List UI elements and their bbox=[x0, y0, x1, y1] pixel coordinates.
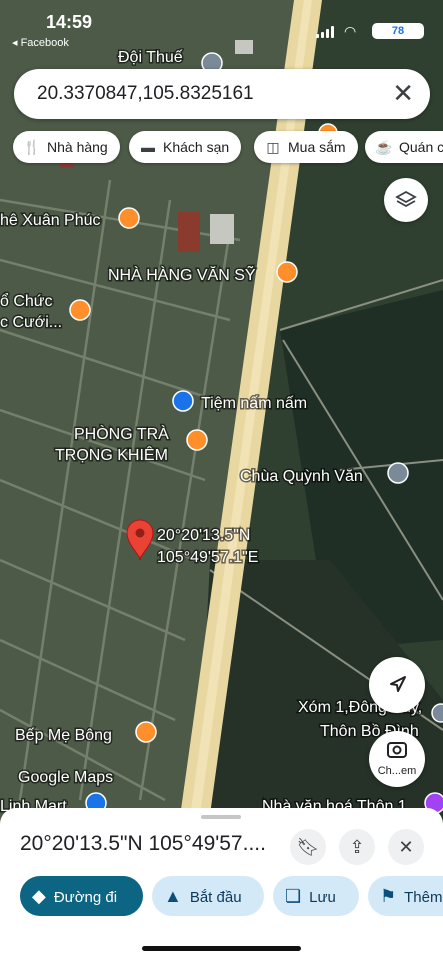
clock-time: 14:59 bbox=[46, 12, 93, 32]
place-label[interactable]: PHÒNG TRÀ bbox=[73, 423, 171, 445]
google-maps-logo: Google Maps bbox=[18, 769, 113, 786]
clear-search-icon[interactable]: ✕ bbox=[392, 78, 414, 109]
hotel-icon: ▬ bbox=[141, 139, 155, 155]
flag-icon: ⚑ bbox=[380, 886, 397, 906]
battery-level: 78 bbox=[372, 23, 424, 39]
coffee-icon: ☕ bbox=[375, 139, 393, 155]
bookmark-button[interactable]: 🔖︎ bbox=[290, 829, 326, 865]
layers-button[interactable] bbox=[384, 178, 428, 222]
bookmark-icon: ❏ bbox=[285, 886, 302, 906]
place-label[interactable]: TRỌNG KHIÊM bbox=[54, 444, 170, 466]
lens-button[interactable]: Ch...em bbox=[369, 731, 425, 787]
start-button[interactable]: ▲ Bắt đầu bbox=[152, 876, 264, 916]
place-label[interactable]: NHÀ HÀNG VĂN SỸ bbox=[107, 263, 258, 286]
chip-hotels[interactable]: ▬ Khách sạn bbox=[129, 131, 242, 163]
search-bar[interactable]: 20.3370847,105.8325161 ✕ bbox=[14, 69, 430, 119]
chip-coffee[interactable]: ☕ Quán cà bbox=[365, 131, 443, 163]
button-label: Lưu bbox=[309, 889, 336, 906]
navigation-arrow-icon: ▲ bbox=[164, 886, 182, 906]
search-query[interactable]: 20.3370847,105.8325161 bbox=[37, 83, 254, 105]
bookmark-icon: 🔖︎ bbox=[296, 837, 320, 857]
chip-label: Mua sắm bbox=[288, 139, 346, 155]
pin-longitude-label: 105°49'57.1"E bbox=[157, 549, 258, 566]
button-label: Đường đi bbox=[53, 889, 118, 906]
navigation-arrow-icon bbox=[390, 676, 406, 692]
place-label[interactable]: Chùa Quỳnh Văn bbox=[239, 467, 365, 487]
button-label: Thêm bbox=[404, 889, 443, 906]
share-button[interactable]: ⇪ bbox=[339, 829, 375, 865]
button-label: Bắt đầu bbox=[189, 889, 242, 906]
shopping-bag-icon: ◫ bbox=[266, 139, 280, 155]
pin-latitude-label: 20°20'13.5"N bbox=[157, 527, 250, 544]
close-button[interactable]: ✕ bbox=[388, 829, 424, 865]
restaurant-icon: 🍴 bbox=[23, 139, 41, 155]
place-label[interactable]: c Cưới... bbox=[0, 313, 64, 333]
layers-icon bbox=[395, 190, 417, 207]
close-icon: ✕ bbox=[398, 837, 414, 857]
place-label[interactable]: Bếp Mẹ Bông bbox=[14, 726, 114, 746]
place-label[interactable]: hê Xuân Phúc bbox=[0, 211, 102, 231]
home-indicator[interactable] bbox=[142, 946, 301, 951]
place-label[interactable]: Tiệm nấm nấm bbox=[200, 394, 309, 414]
chip-label: Nhà hàng bbox=[47, 139, 108, 155]
save-button[interactable]: ❏ Lưu bbox=[273, 876, 359, 916]
back-to-app-link[interactable]: ◂ Facebook bbox=[12, 36, 69, 49]
place-label[interactable]: Đội Thuế bbox=[117, 48, 185, 68]
sheet-drag-handle[interactable] bbox=[201, 815, 241, 819]
place-label[interactable]: ổ Chức bbox=[0, 291, 54, 312]
wifi-icon: ◠ bbox=[344, 23, 357, 39]
camera-lens-icon bbox=[387, 742, 407, 758]
coordinates-title: 20°20'13.5"N 105°49'57.... bbox=[20, 832, 266, 855]
status-bar: 14:59 ◂ Facebook ◠ 78 bbox=[0, 0, 443, 50]
chip-restaurants[interactable]: 🍴 Nhà hàng bbox=[13, 131, 120, 163]
add-more-button[interactable]: ⚑ Thêm bbox=[368, 876, 443, 916]
chip-shopping[interactable]: ◫ Mua sắm bbox=[254, 131, 358, 163]
lens-button-label: Ch...em bbox=[377, 765, 417, 777]
chip-label: Khách sạn bbox=[163, 139, 230, 155]
my-location-button[interactable] bbox=[369, 657, 425, 713]
cellular-signal-icon bbox=[316, 26, 336, 38]
chip-label: Quán cà bbox=[399, 139, 443, 155]
directions-icon: ◆ bbox=[32, 886, 46, 906]
directions-button[interactable]: ◆ Đường đi bbox=[20, 876, 143, 916]
share-icon: ⇪ bbox=[349, 837, 365, 857]
place-bottom-sheet: 20°20'13.5"N 105°49'57.... 🔖︎ ⇪ ✕ ◆ Đường… bbox=[0, 808, 443, 960]
